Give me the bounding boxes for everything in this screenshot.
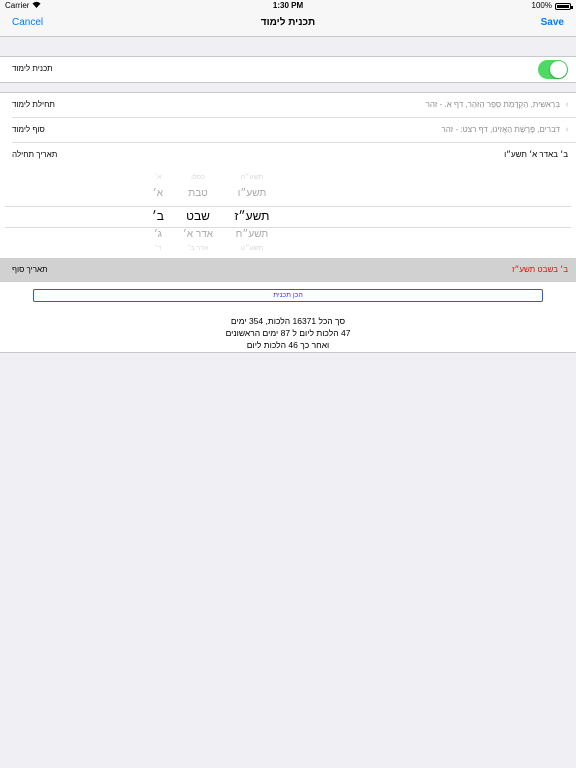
- toggle-knob: [550, 61, 567, 78]
- picker-year-selected: תשע״ז: [234, 209, 270, 223]
- end-date-row[interactable]: תאריך סוף ב׳ בשבט תשע״ז: [0, 258, 576, 282]
- picker-year-item: תשע״ח: [235, 229, 269, 240]
- plan-toggle-label: תכנית לימוד: [12, 64, 53, 73]
- save-button[interactable]: Save: [541, 17, 564, 28]
- end-study-label: סוף לימוד: [12, 125, 45, 134]
- end-study-value: דברים, פָּרָשַׁת הַאֲזִינוּ, דף רצט: - ז…: [441, 125, 560, 134]
- picker-year-item: תשע״ט: [240, 245, 264, 252]
- end-date-label: תאריך סוף: [12, 265, 48, 274]
- picker-day-item: א׳: [154, 174, 162, 181]
- date-picker[interactable]: תשע״ה תשע״ו תשע״ז תשע״ח תשע״ט כסלו טבת ש…: [0, 168, 576, 260]
- summary-line-first-days: 47 הלכות ליום ל 87 ימים הראשונים: [225, 328, 351, 338]
- battery-icon: [555, 2, 573, 10]
- navigation-bar: Cancel תכנית לימוד Save: [0, 12, 576, 37]
- picker-year-item: תשע״ה: [240, 174, 264, 181]
- plan-toggle-section: תכנית לימוד: [0, 56, 576, 83]
- prepare-plan-button[interactable]: הכן תכנית: [33, 289, 543, 302]
- summary-line-total: סך הכל 16371 הלכות, 354 ימים: [230, 316, 346, 326]
- start-date-value: ב׳ באדר א׳ תשע״ו: [504, 150, 568, 159]
- picker-year-item: תשע״ו: [237, 188, 267, 199]
- picker-day-selected: ב׳: [152, 209, 164, 223]
- start-date-label: תאריך תחילה: [12, 150, 58, 159]
- chevron-left-icon: ‹: [565, 99, 569, 110]
- end-date-value: ב׳ בשבט תשע״ז: [511, 265, 568, 274]
- end-study-row[interactable]: סוף לימוד דברים, פָּרָשַׁת הַאֲזִינוּ, ד…: [0, 118, 576, 143]
- start-study-value: בְּרֵאשִׁית, הַקְדָּמַת סֵפֶר הַזֹּהַר, …: [425, 100, 560, 109]
- page-title: תכנית לימוד: [260, 17, 316, 28]
- plan-summary: סך הכל 16371 הלכות, 354 ימים 47 הלכות לי…: [0, 315, 576, 351]
- chevron-left-icon: ‹: [565, 124, 569, 135]
- picker-day-item: ד׳: [154, 245, 162, 252]
- battery-percent: 100%: [531, 1, 552, 10]
- summary-line-after: ואחר כך 46 הלכות ליום: [246, 340, 330, 350]
- picker-day-item: ג׳: [153, 229, 163, 240]
- picker-selection-band: [5, 206, 571, 228]
- plan-toggle-row: תכנית לימוד: [0, 57, 576, 82]
- plan-toggle-switch[interactable]: [538, 60, 568, 79]
- start-study-row[interactable]: תחילת לימוד בְּרֵאשִׁית, הַקְדָּמַת סֵפֶ…: [0, 93, 576, 118]
- status-time: 1:30 PM: [272, 1, 304, 10]
- status-bar: Carrier 1:30 PM 100%: [0, 0, 576, 12]
- plan-details-section: תחילת לימוד בְּרֵאשִׁית, הַקְדָּמַת סֵפֶ…: [0, 92, 576, 260]
- picker-day-item: א׳: [152, 188, 164, 199]
- prepare-plan-section: הכן תכנית סך הכל 16371 הלכות, 354 ימים 4…: [0, 282, 576, 353]
- start-study-label: תחילת לימוד: [12, 100, 55, 109]
- start-date-row[interactable]: תאריך תחילה ב׳ באדר א׳ תשע״ו: [0, 143, 576, 168]
